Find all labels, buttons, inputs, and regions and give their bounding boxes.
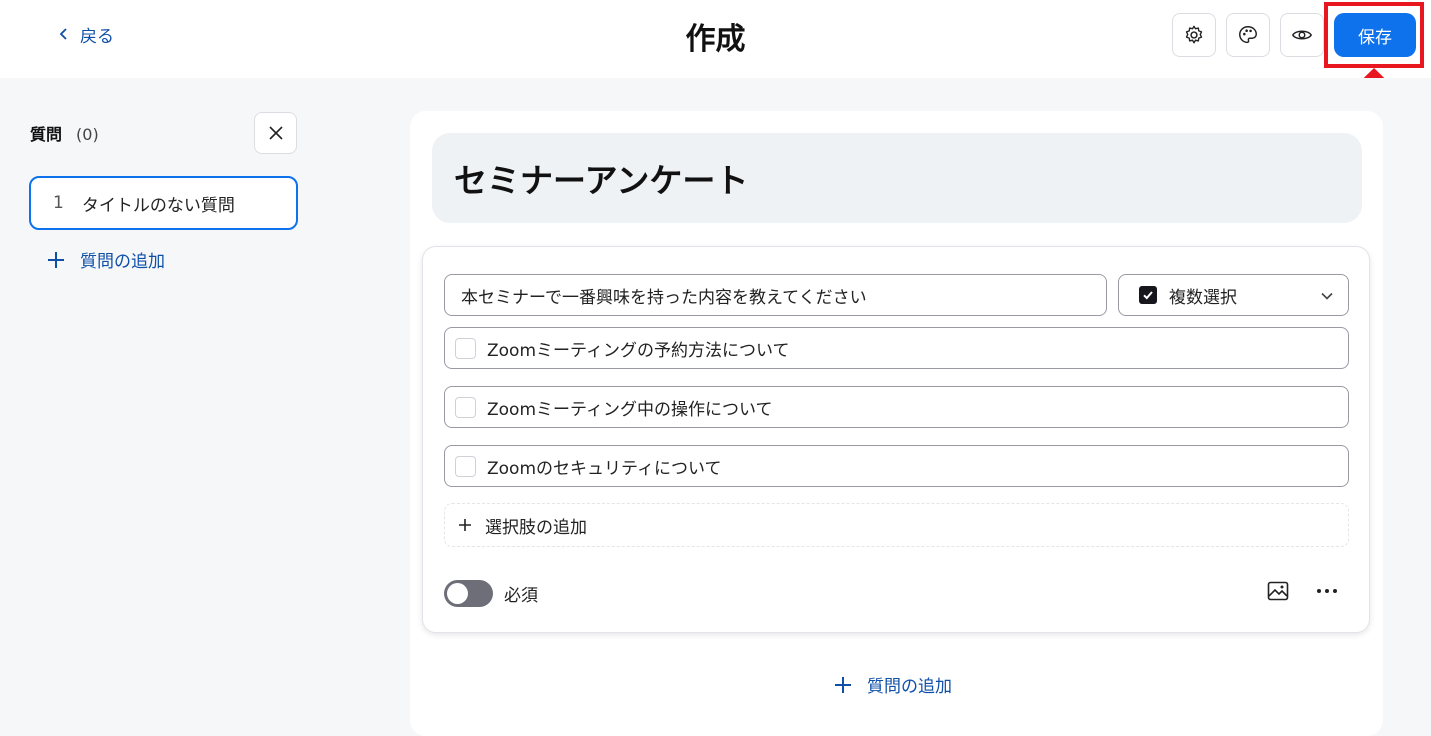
option-checkbox[interactable] xyxy=(455,396,476,418)
close-icon xyxy=(268,126,283,140)
preview-button[interactable] xyxy=(1280,13,1324,57)
add-option-label: 選択肢の追加 xyxy=(485,517,587,538)
option-label: Zoomミーティング中の操作について xyxy=(487,399,773,420)
top-bar: 戻る 作成 保存 xyxy=(0,0,1431,78)
question-number: 1 xyxy=(53,193,64,213)
option-row[interactable]: Zoomのセキュリティについて xyxy=(444,445,1349,487)
question-type-dropdown[interactable]: 複数選択 xyxy=(1118,274,1349,316)
add-question-label: 質問の追加 xyxy=(867,677,952,697)
survey-title[interactable]: セミナーアンケート xyxy=(432,133,1362,223)
gear-icon xyxy=(1185,25,1203,44)
question-count: (0) xyxy=(76,125,99,144)
required-label: 必須 xyxy=(504,586,538,606)
palette-icon xyxy=(1239,26,1257,44)
question-item-label: タイトルのない質問 xyxy=(81,195,235,216)
toggle-knob xyxy=(447,583,468,604)
close-sidebar-button[interactable] xyxy=(254,112,297,154)
eye-icon xyxy=(1291,30,1313,40)
option-row[interactable]: Zoomミーティング中の操作について xyxy=(444,386,1349,428)
plus-icon xyxy=(835,676,851,693)
more-options-icon[interactable] xyxy=(1314,579,1340,603)
add-option-button[interactable]: 選択肢の追加 xyxy=(444,503,1349,547)
option-label: Zoomのセキュリティについて xyxy=(487,458,722,479)
settings-button[interactable] xyxy=(1172,13,1216,57)
option-checkbox[interactable] xyxy=(455,455,476,477)
image-icon[interactable] xyxy=(1266,579,1290,603)
sidebar-add-question-button[interactable]: 質問の追加 xyxy=(46,247,165,272)
page-title: 作成 xyxy=(685,22,746,57)
required-toggle[interactable] xyxy=(444,580,493,607)
plus-icon xyxy=(48,251,64,268)
option-checkbox[interactable] xyxy=(455,337,476,359)
plus-icon xyxy=(459,519,471,531)
sidebar-header: 質問 (0) xyxy=(30,121,99,145)
question-type-label: 複数選択 xyxy=(1169,287,1237,308)
option-row[interactable]: Zoomミーティングの予約方法について xyxy=(444,327,1349,369)
question-text-input[interactable]: 本セミナーで一番興味を持った内容を教えてください xyxy=(444,274,1107,316)
add-question-button[interactable]: 質問の追加 xyxy=(833,672,952,697)
checkbox-icon xyxy=(1139,286,1157,304)
option-label: Zoomミーティングの予約方法について xyxy=(487,340,790,361)
theme-button[interactable] xyxy=(1226,13,1270,57)
add-question-label: 質問の追加 xyxy=(80,252,165,272)
sidebar-question-item[interactable]: 1 タイトルのない質問 xyxy=(29,176,298,230)
annotation-highlight-box xyxy=(1324,2,1424,68)
sidebar-title: 質問 xyxy=(30,125,63,144)
chevron-down-icon xyxy=(1321,292,1333,300)
